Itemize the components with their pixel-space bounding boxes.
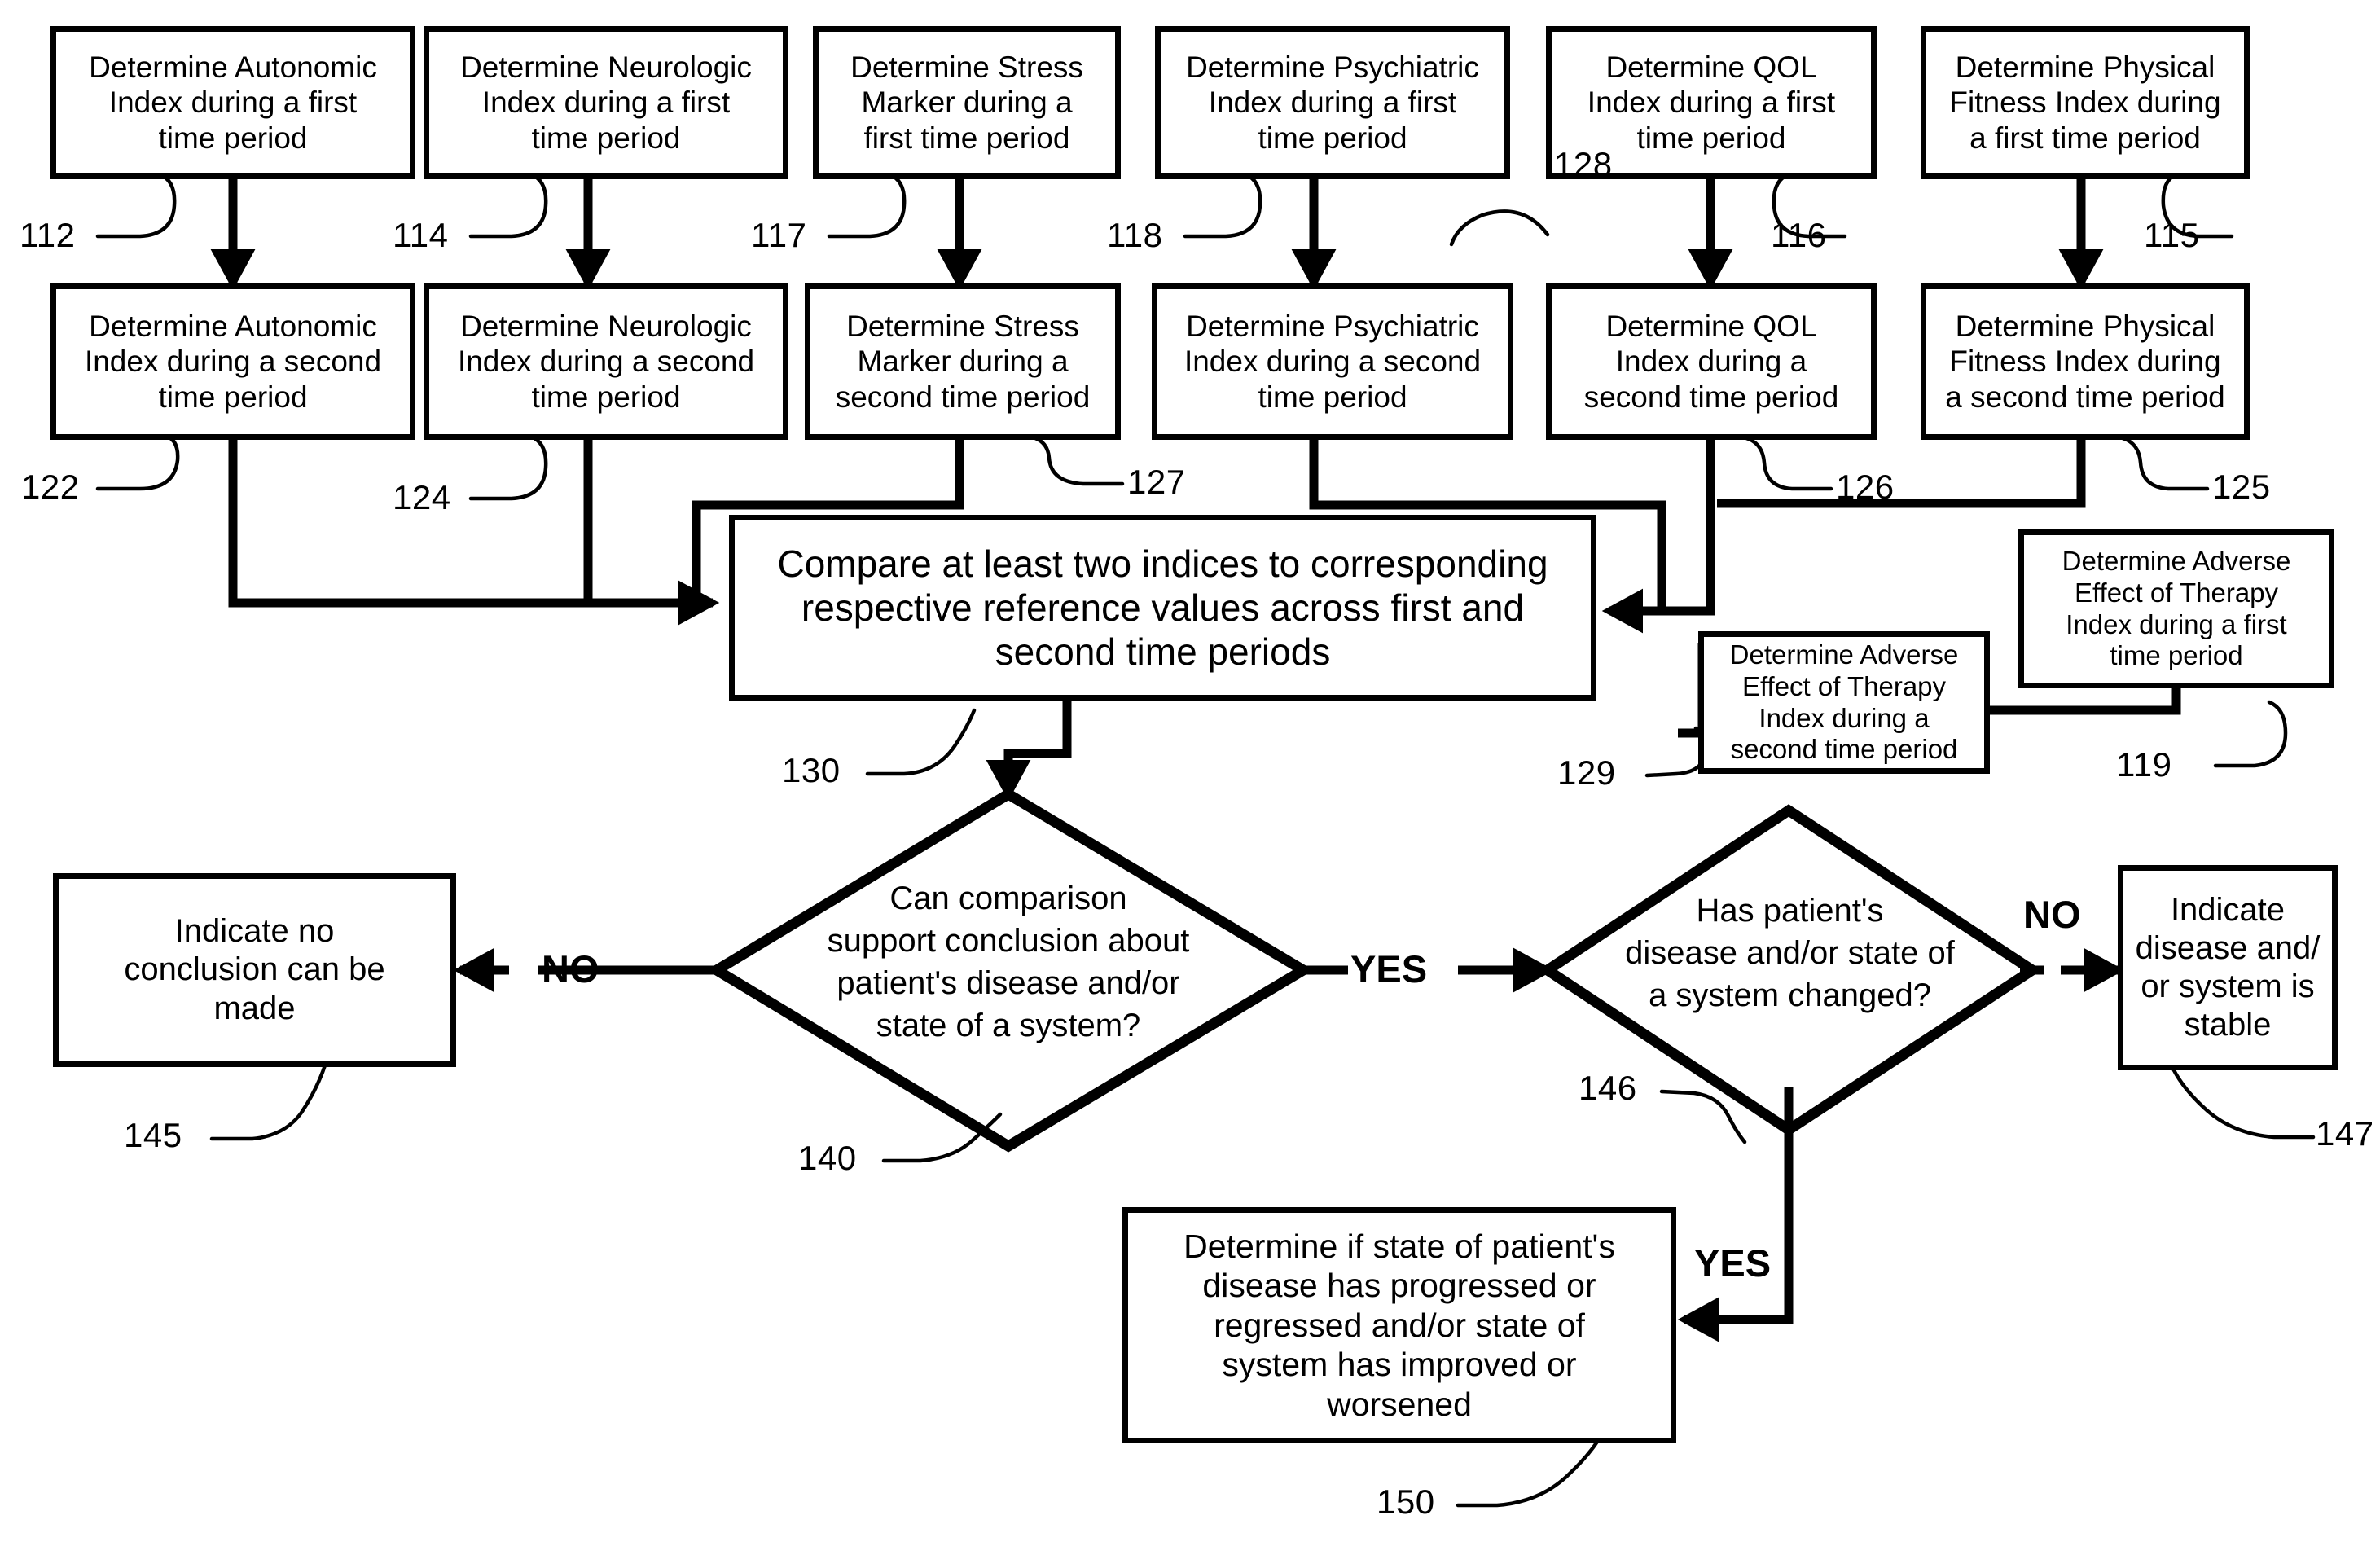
leader-147 — [2171, 1066, 2316, 1140]
leader-150 — [1456, 1433, 1604, 1508]
leader-117 — [827, 172, 907, 239]
leader-130 — [865, 708, 977, 776]
ref-140: 140 — [798, 1139, 857, 1177]
node-autonomic-first-label: Determine Autonomic Index during a first… — [89, 50, 377, 155]
node-no-conclusion-label: Indicate no conclusion can be made — [124, 913, 385, 1026]
edge-122-compare — [228, 440, 720, 626]
leader-112 — [95, 172, 177, 239]
node-neurologic-second-label: Determine Neurologic Index during a seco… — [457, 309, 755, 414]
leader-125 — [2120, 436, 2210, 491]
ref-150: 150 — [1377, 1482, 1435, 1521]
node-adverse-second-label: Determine Adverse Effect of Therapy Inde… — [1729, 639, 1959, 765]
leader-118 — [1183, 172, 1262, 239]
ref-118: 118 — [1107, 216, 1163, 254]
branch-yes-center: YES — [1350, 947, 1428, 990]
ref-119: 119 — [2116, 745, 2172, 784]
ref-117: 117 — [751, 216, 807, 254]
ref-124: 124 — [393, 478, 451, 516]
leader-146 — [1659, 1089, 1747, 1144]
node-autonomic-second-label: Determine Autonomic Index during a secon… — [84, 309, 382, 414]
node-qol-second-label: Determine QOL Index during a second time… — [1583, 309, 1839, 414]
node-neurologic-first: Determine Neurologic Index during a firs… — [424, 26, 788, 179]
branch-yes-down: YES — [1694, 1241, 1772, 1285]
branch-no-left: NO — [542, 947, 599, 990]
ref-127: 127 — [1127, 463, 1186, 501]
node-fitness-second-label: Determine Physical Fitness Index during … — [1945, 309, 2225, 414]
ref-147: 147 — [2316, 1114, 2374, 1153]
node-psychiatric-first: Determine Psychiatric Index during a fir… — [1155, 26, 1510, 179]
ref-130: 130 — [782, 751, 841, 789]
node-qol-first-label: Determine QOL Index during a first time … — [1587, 50, 1836, 155]
branch-no-right: NO — [2023, 893, 2081, 936]
node-no-conclusion: Indicate no conclusion can be made — [53, 873, 456, 1067]
leader-145 — [209, 1061, 328, 1141]
leader-127 — [1027, 434, 1125, 486]
ref-125: 125 — [2212, 468, 2271, 506]
node-stress-second: Determine Stress Marker during a second … — [805, 283, 1121, 440]
node-qol-second: Determine QOL Index during a second time… — [1546, 283, 1877, 440]
ref-115: 115 — [2144, 216, 2200, 254]
node-adverse-first: Determine Adverse Effect of Therapy Inde… — [2018, 529, 2334, 688]
node-psychiatric-second-label: Determine Psychiatric Index during a sec… — [1183, 309, 1482, 414]
node-fitness-second: Determine Physical Fitness Index during … — [1921, 283, 2250, 440]
node-neurologic-second: Determine Neurologic Index during a seco… — [424, 283, 788, 440]
decision-140-shape — [706, 788, 1314, 1153]
ref-112: 112 — [20, 216, 76, 254]
ref-128: 128 — [1554, 145, 1613, 183]
node-progressed: Determine if state of patient's disease … — [1122, 1207, 1676, 1443]
node-psychiatric-first-label: Determine Psychiatric Index during a fir… — [1186, 50, 1479, 155]
ref-122: 122 — [21, 468, 80, 506]
node-adverse-first-label: Determine Adverse Effect of Therapy Inde… — [2062, 545, 2291, 671]
node-compare-label: Compare at least two indices to correspo… — [777, 542, 1548, 674]
ref-116: 116 — [1771, 216, 1827, 254]
node-adverse-second: Determine Adverse Effect of Therapy Inde… — [1698, 631, 1990, 774]
flowchart-canvas: Determine Autonomic Index during a first… — [0, 0, 2380, 1568]
node-progressed-label: Determine if state of patient's disease … — [1183, 1228, 1615, 1423]
edge-130-decision — [986, 701, 1072, 802]
leader-114 — [468, 172, 548, 239]
leader-128 — [1449, 209, 1550, 247]
ref-146: 146 — [1579, 1069, 1637, 1107]
node-stress-second-label: Determine Stress Marker during a second … — [835, 309, 1091, 414]
node-autonomic-second: Determine Autonomic Index during a secon… — [50, 283, 415, 440]
leader-140 — [881, 1112, 1003, 1163]
ref-126: 126 — [1836, 468, 1895, 506]
node-psychiatric-second: Determine Psychiatric Index during a sec… — [1152, 283, 1513, 440]
node-neurologic-first-label: Determine Neurologic Index during a firs… — [460, 50, 752, 155]
ref-145: 145 — [124, 1116, 182, 1154]
ref-129: 129 — [1557, 753, 1616, 792]
node-stable-label: Indicate disease and/ or system is stabl… — [2135, 891, 2321, 1043]
node-fitness-first: Determine Physical Fitness Index during … — [1921, 26, 2250, 179]
node-stress-first: Determine Stress Marker during a first t… — [813, 26, 1121, 179]
edge-125-compare — [1717, 440, 2086, 508]
ref-114: 114 — [393, 216, 449, 254]
leader-119 — [2213, 700, 2288, 768]
node-stable: Indicate disease and/ or system is stabl… — [2118, 865, 2338, 1070]
leader-124 — [468, 434, 548, 501]
node-stress-first-label: Determine Stress Marker during a first t… — [850, 50, 1083, 155]
leader-126 — [1744, 436, 1833, 491]
node-autonomic-first: Determine Autonomic Index during a first… — [50, 26, 415, 179]
node-compare: Compare at least two indices to correspo… — [729, 515, 1596, 701]
leader-122 — [95, 433, 180, 491]
node-fitness-first-label: Determine Physical Fitness Index during … — [1949, 50, 2221, 155]
